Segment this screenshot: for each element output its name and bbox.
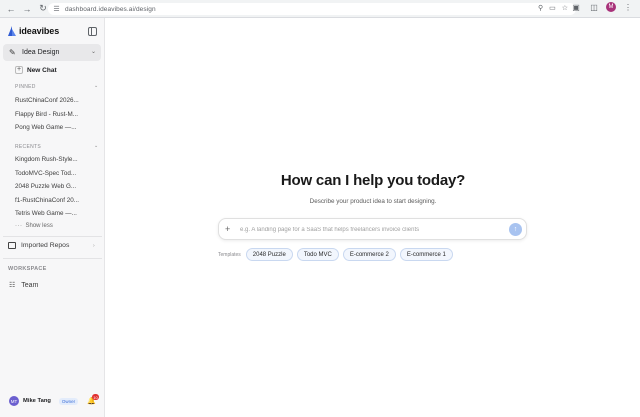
profile-avatar[interactable]: M	[606, 2, 616, 12]
chevron-down-icon: ⌄	[90, 49, 96, 55]
plus-icon: +	[15, 66, 23, 74]
address-bar[interactable]: ☰ dashboard.ideavibes.ai/design ⚲ ▭ ☆	[48, 3, 576, 15]
prompt-box: + ↑	[218, 218, 527, 240]
page-title: How can I help you today?	[280, 172, 466, 189]
attach-plus-icon[interactable]: +	[225, 224, 230, 234]
user-profile[interactable]: MT Mike Tang Owner	[9, 396, 79, 406]
menu-icon[interactable]: ⋮	[622, 3, 634, 12]
brand[interactable]: ideavibes	[7, 26, 59, 36]
browser-toolbar: ← → ↻ ☰ dashboard.ideavibes.ai/design ⚲ …	[0, 0, 640, 18]
zoom-icon[interactable]: ⚲	[538, 4, 543, 12]
imported-repos-label: Imported Repos	[21, 242, 70, 249]
imported-repos-item[interactable]: Imported Repos	[8, 242, 69, 249]
logo-icon	[7, 26, 16, 36]
recents-heading: RECENTS	[15, 144, 41, 150]
recent-item[interactable]: TodoMVC-Spec Tod...	[15, 170, 76, 177]
back-icon[interactable]: ←	[4, 2, 18, 16]
pinned-heading: PINNED	[15, 84, 36, 90]
collapse-sidebar-icon[interactable]	[88, 27, 97, 36]
templates-label: Templates	[218, 251, 241, 258]
side-panel-icon[interactable]: ◫	[588, 3, 600, 12]
nav-buttons: ← → ↻	[4, 2, 50, 16]
recent-item[interactable]: 2048 Puzzle Web G...	[15, 183, 76, 190]
team-icon: ☷	[9, 282, 16, 289]
team-item[interactable]: ☷ Team	[9, 281, 39, 290]
recent-item[interactable]: Tetris Web Game —...	[15, 210, 77, 217]
role-badge: Owner	[58, 397, 79, 405]
project-selector-label: Idea Design	[22, 49, 60, 56]
avatar: MT	[9, 396, 19, 406]
site-info-icon[interactable]: ☰	[52, 5, 61, 14]
pinned-item[interactable]: Flappy Bird - Rust-M...	[15, 111, 78, 118]
divider	[3, 236, 102, 237]
project-selector[interactable]: ✎ Idea Design ⌄	[3, 44, 101, 61]
pencil-icon: ✎	[9, 48, 16, 57]
notification-count: 10	[92, 394, 99, 400]
bookmark-star-icon[interactable]: ☆	[562, 4, 568, 12]
pinned-item[interactable]: RustChinaConf 2026...	[15, 97, 79, 104]
url-text: dashboard.ideavibes.ai/design	[65, 5, 156, 13]
send-button[interactable]: ↑	[509, 223, 522, 236]
templates-row: Templates 2048 Puzzle Todo MVC E-commerc…	[218, 248, 453, 261]
divider	[3, 258, 102, 259]
more-dots-icon: ···	[15, 223, 23, 229]
pinned-chevron-icon[interactable]: ⌄	[94, 83, 98, 89]
template-chip-todo-mvc[interactable]: Todo MVC	[296, 248, 339, 261]
recent-item[interactable]: f1-RustChinaConf 20...	[15, 197, 79, 204]
show-less-label: Show less	[25, 223, 53, 229]
chevron-right-icon[interactable]: ›	[93, 243, 95, 249]
team-label: Team	[21, 281, 39, 289]
user-name: Mike Tang	[23, 398, 51, 404]
sidebar: ideavibes ✎ Idea Design ⌄ + New Chat PIN…	[0, 18, 105, 417]
template-chip-ecommerce-2[interactable]: E-commerce 2	[342, 248, 396, 261]
workspace-heading: WORKSPACE	[8, 266, 47, 272]
extensions-icon[interactable]: ▣	[570, 3, 582, 12]
show-less-button[interactable]: ··· Show less	[15, 223, 53, 229]
prompt-input[interactable]	[240, 223, 500, 236]
brand-name: ideavibes	[19, 26, 60, 36]
new-chat-button[interactable]: + New Chat	[15, 66, 57, 74]
forward-icon[interactable]: →	[20, 2, 34, 16]
recents-chevron-icon[interactable]: ⌄	[94, 143, 98, 149]
main-content: How can I help you today? Describe your …	[106, 18, 640, 417]
page-subtitle: Describe your product idea to start desi…	[309, 198, 437, 205]
pinned-item[interactable]: Pong Web Game —...	[15, 124, 76, 131]
template-chip-2048[interactable]: 2048 Puzzle	[245, 248, 293, 261]
repo-icon	[8, 242, 16, 249]
recent-item[interactable]: Kingdom Rush-Style...	[15, 156, 78, 163]
cast-icon[interactable]: ▭	[549, 4, 556, 12]
new-chat-label: New Chat	[27, 66, 57, 74]
template-chip-ecommerce-1[interactable]: E-commerce 1	[399, 248, 453, 261]
